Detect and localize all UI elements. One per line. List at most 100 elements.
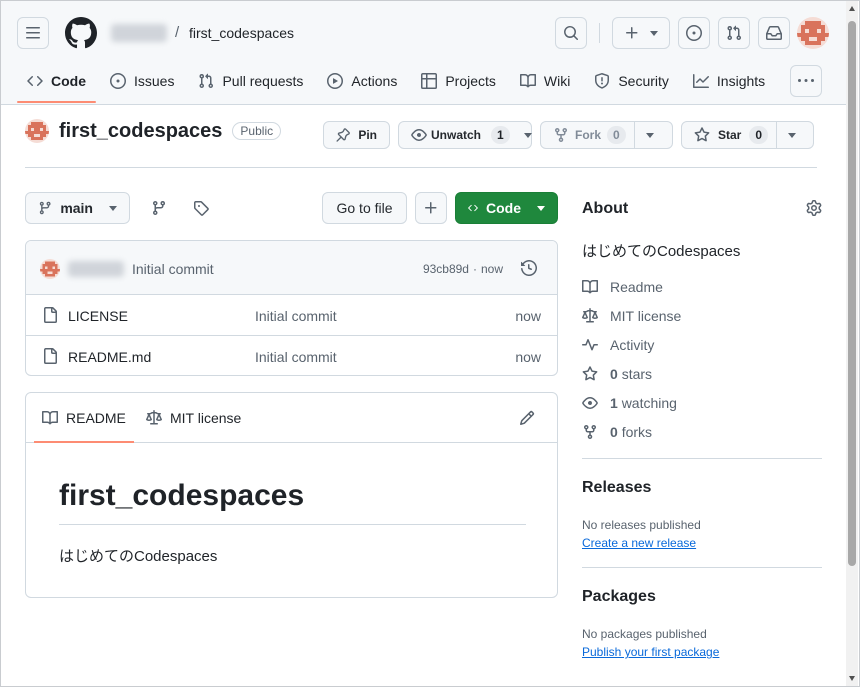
file-name[interactable]: LICENSE [68, 308, 128, 324]
browser-frame: / first_codespaces Code Issues Pull requ… [0, 0, 860, 687]
commit-sha[interactable]: 93cb89d [423, 262, 469, 276]
star-dropdown[interactable] [777, 132, 807, 138]
history-icon[interactable] [521, 260, 537, 276]
unwatch-button[interactable]: Unwatch 1 [398, 121, 532, 149]
github-logo-icon[interactable] [65, 17, 97, 49]
create-new-button[interactable] [612, 17, 670, 49]
file-commit-message[interactable]: Initial commit [255, 308, 337, 324]
menu-button[interactable] [17, 17, 49, 49]
star-label: Star [718, 128, 742, 142]
nav-tab-wiki[interactable]: Wiki [510, 63, 580, 99]
packages-heading[interactable]: Packages [582, 588, 656, 606]
forks-label: forks [621, 424, 653, 440]
gear-icon[interactable] [806, 200, 822, 216]
inbox-button[interactable] [758, 17, 790, 49]
tags-link[interactable] [193, 200, 209, 216]
chevron-down-icon [537, 205, 545, 211]
user-avatar[interactable] [797, 17, 829, 49]
more-nav-button[interactable] [790, 65, 822, 97]
book-icon [582, 279, 598, 294]
book-icon [42, 410, 58, 425]
star-button[interactable]: Star 0 [681, 121, 814, 149]
about-description: はじめてのCodespaces [582, 243, 741, 260]
issues-button[interactable] [678, 17, 710, 49]
nav-tab-security[interactable]: Security [584, 63, 679, 99]
repo-title-row: first_codespaces Public [25, 119, 282, 143]
repo-title[interactable]: first_codespaces [59, 120, 222, 143]
search-icon [564, 26, 578, 40]
pencil-icon[interactable] [519, 410, 535, 426]
about-readme-link[interactable]: Readme [582, 279, 663, 295]
about-forks-link[interactable]: 0 forks [582, 424, 652, 440]
go-to-file-button[interactable]: Go to file [322, 192, 407, 224]
commit-message[interactable]: Initial commit [132, 261, 214, 277]
nav-tab-issues[interactable]: Issues [100, 63, 184, 99]
readme-body: はじめてのCodespaces [59, 548, 218, 565]
branches-link[interactable] [151, 200, 167, 216]
chevron-down-icon [523, 132, 532, 138]
unwatch-dropdown[interactable] [516, 132, 540, 138]
watching-label: watching [621, 395, 677, 411]
releases-empty-text: No releases published [582, 518, 701, 532]
fork-button[interactable]: Fork 0 [540, 121, 673, 149]
about-activity-link[interactable]: Activity [582, 337, 654, 353]
readme-tabs: README MIT license [26, 393, 557, 443]
file-name[interactable]: README.md [68, 349, 151, 365]
kebab-horizontal-icon [798, 79, 814, 82]
about-activity-label: Activity [610, 337, 655, 353]
committer-name-blurred[interactable] [68, 261, 124, 277]
file-row[interactable]: LICENSE Initial commit now [26, 295, 557, 336]
pull-requests-button[interactable] [718, 17, 750, 49]
pin-icon [336, 128, 350, 142]
unwatch-label: Unwatch [431, 128, 482, 142]
breadcrumb-repo-link[interactable]: first_codespaces [189, 25, 294, 41]
add-file-button[interactable] [415, 192, 447, 224]
nav-tab-projects[interactable]: Projects [411, 63, 506, 99]
nav-tab-code[interactable]: Code [17, 63, 96, 103]
unwatch-main[interactable]: Unwatch 1 [399, 126, 516, 144]
about-stars-link[interactable]: 0 stars [582, 366, 652, 382]
owner-avatar[interactable] [25, 119, 49, 143]
scroll-up-arrow-icon[interactable] [849, 6, 855, 11]
file-commit-message[interactable]: Initial commit [255, 349, 337, 365]
tab-license-label: MIT license [170, 410, 242, 426]
table-icon [421, 73, 438, 89]
tab-license[interactable]: MIT license [146, 410, 241, 426]
issue-icon [686, 25, 702, 41]
nav-tab-actions[interactable]: Actions [317, 63, 407, 99]
tab-readme[interactable]: README [34, 410, 134, 443]
commit-sep: · [472, 262, 477, 276]
nav-tab-insights[interactable]: Insights [683, 63, 775, 99]
pin-label: Pin [358, 128, 377, 142]
nav-tab-label: Projects [445, 73, 496, 89]
star-count: 0 [749, 126, 769, 144]
about-license-label: MIT license [610, 308, 682, 324]
about-license-link[interactable]: MIT license [582, 308, 681, 324]
nav-tab-label: Security [618, 73, 669, 89]
chevron-down-icon [645, 132, 654, 138]
about-watching-link[interactable]: 1 watching [582, 395, 677, 411]
search-button[interactable] [555, 17, 587, 49]
star-icon [694, 127, 710, 142]
fork-dropdown[interactable] [635, 132, 665, 138]
scrollbar-thumb[interactable] [848, 21, 856, 566]
vertical-scrollbar[interactable] [846, 1, 858, 686]
file-row[interactable]: README.md Initial commit now [26, 336, 557, 375]
committer-avatar[interactable] [40, 259, 60, 279]
publish-package-link[interactable]: Publish your first package [582, 645, 719, 659]
play-icon [327, 73, 344, 89]
owner-name-blurred[interactable] [111, 24, 167, 42]
forks-count: 0 [610, 424, 618, 440]
graph-icon [692, 74, 709, 88]
fork-main[interactable]: Fork 0 [541, 126, 634, 144]
scroll-down-arrow-icon[interactable] [849, 676, 855, 681]
nav-tab-pull-requests[interactable]: Pull requests [188, 63, 313, 99]
pin-button[interactable]: Pin [323, 121, 390, 149]
branch-select-button[interactable]: main [25, 192, 130, 224]
git-branch-icon [39, 201, 51, 215]
create-release-link[interactable]: Create a new release [582, 536, 696, 550]
code-dropdown-button[interactable]: Code [455, 192, 558, 224]
releases-heading[interactable]: Releases [582, 479, 651, 497]
star-main[interactable]: Star 0 [682, 126, 776, 144]
eye-icon [582, 397, 598, 409]
